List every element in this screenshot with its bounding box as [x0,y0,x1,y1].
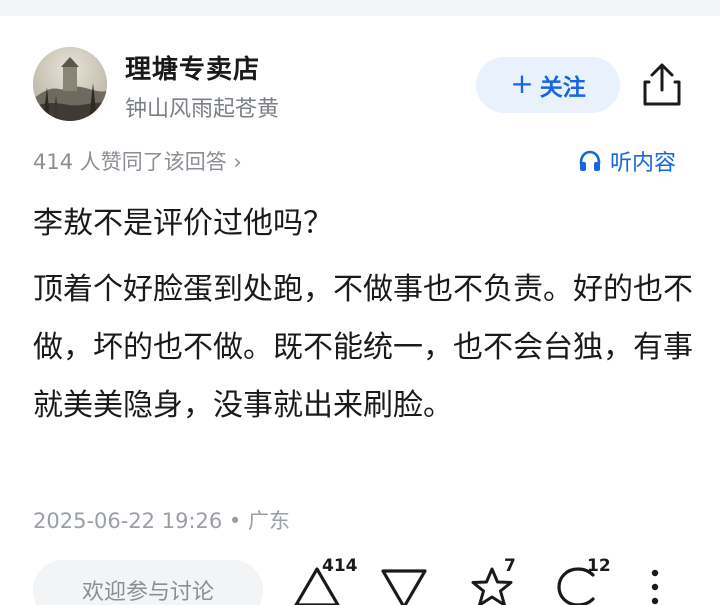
share-icon[interactable] [640,62,684,108]
avatar-image [33,47,107,121]
answer-paragraph: 顶着个好脸蛋到处跑，不做事也不负责。好的也不做，坏的也不做。既不能统一，也不会台… [33,272,693,423]
downvote-icon [381,569,427,605]
answer-paragraph: 李敖不是评价过他吗？ [33,206,333,241]
post-meta: 2025-06-22 19:26 • 广东 [33,509,290,533]
more-icon [651,569,659,605]
plus-icon: + [510,67,534,100]
author-bio: 钟山风雨起苍黄 [125,97,280,122]
listen-button[interactable]: 听内容 [578,145,676,177]
favorite-count: 7 [504,556,516,576]
upvote-button[interactable]: 414 [292,556,358,605]
likes-summary-link[interactable]: 414 人赞同了该回答 › [33,146,242,176]
headphones-icon [579,150,601,171]
comment-count: 12 [587,556,611,576]
favorite-button[interactable]: 7 [467,556,517,605]
upvote-count: 414 [322,556,358,576]
answer-content: 李敖不是评价过他吗？ 顶着个好脸蛋到处跑，不做事也不负责。好的也不做，坏的也不做… [33,195,693,435]
author-name[interactable]: 理塘专卖店 [125,49,260,86]
top-strip [0,0,720,16]
follow-label: 关注 [539,75,586,101]
follow-button[interactable]: + 关注 [476,57,620,113]
avatar[interactable] [33,47,107,121]
more-button[interactable] [644,565,666,605]
listen-label: 听内容 [610,151,677,176]
comment-button[interactable]: 12 [553,556,611,605]
downvote-button[interactable] [379,565,429,605]
comment-input[interactable]: 欢迎参与讨论 [33,560,263,605]
